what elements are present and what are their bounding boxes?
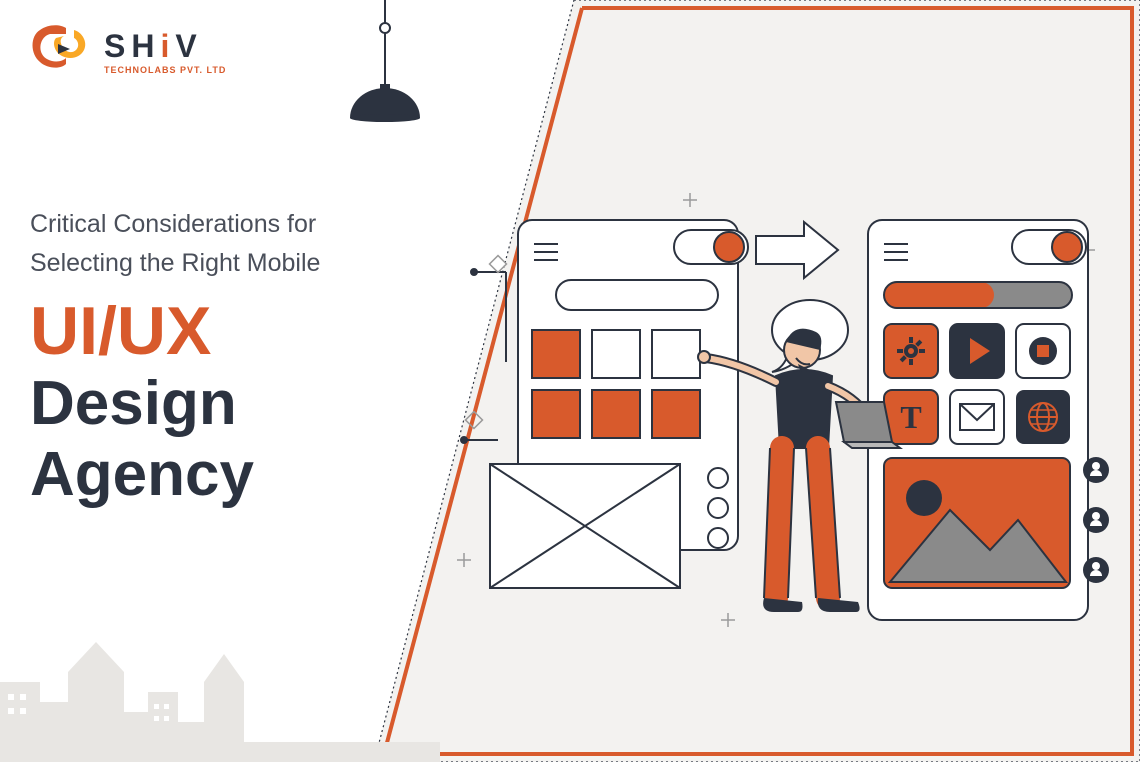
pendant-lamp-icon <box>330 0 440 145</box>
type-icon: T <box>884 390 938 444</box>
brand-tagline: TECHNOLABS PVT. LTD <box>104 65 226 75</box>
logo-mark-icon <box>30 24 92 79</box>
headline-rest-2: Agency <box>30 442 410 507</box>
brand-logo: SHiV TECHNOLABS PVT. LTD <box>30 24 226 79</box>
globe-icon <box>1016 390 1070 444</box>
play-icon <box>950 324 1004 378</box>
image-placeholder-box <box>490 464 680 588</box>
headline-pre-2: Selecting the Right Mobile <box>30 244 410 283</box>
headline-pre-1: Critical Considerations for <box>30 205 410 244</box>
person-icon <box>1083 507 1109 533</box>
svg-text:T: T <box>900 399 921 435</box>
stop-icon <box>1016 324 1070 378</box>
mail-icon <box>950 390 1004 444</box>
image-card <box>884 458 1070 588</box>
gear-icon <box>884 324 938 378</box>
uiux-illustration: T <box>470 190 1110 640</box>
headline-block: Critical Considerations for Selecting th… <box>30 205 410 507</box>
wireframe-phone-right: T <box>868 220 1109 620</box>
headline-accent: UI/UX <box>30 297 410 365</box>
skyline-silhouette <box>0 582 440 762</box>
person-icon <box>1083 557 1109 583</box>
person-icon <box>1083 457 1109 483</box>
arrow-right-icon <box>756 222 838 278</box>
brand-name: SHiV <box>104 28 226 65</box>
headline-rest-1: Design <box>30 371 410 436</box>
